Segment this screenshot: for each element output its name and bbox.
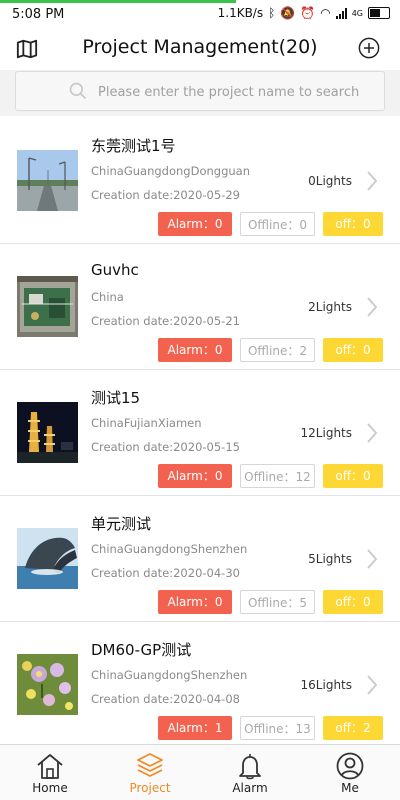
search-icon — [69, 82, 87, 100]
project-location: ChinaGuangdongShenzhen — [91, 542, 248, 556]
signal-icon — [335, 7, 347, 19]
project-creation-date: Creation date:2020-04-08 — [91, 692, 240, 706]
nav-me-label: Me — [341, 781, 359, 795]
search-input[interactable] — [96, 72, 380, 112]
nav-project[interactable]: Project — [100, 745, 200, 800]
off-count-badge[interactable]: off：0 — [323, 212, 383, 236]
off-count-badge[interactable]: off：2 — [323, 716, 383, 740]
wifi-icon: ◠ — [320, 6, 331, 20]
off-count-badge[interactable]: off：0 — [323, 590, 383, 614]
alarm-count-badge[interactable]: Alarm：0 — [158, 464, 232, 488]
load-progress-bar — [0, 0, 236, 3]
project-list: 东莞测试1号 ChinaGuangdongDongguan Creation d… — [0, 118, 400, 748]
project-list-item[interactable]: DM60-GP测试 ChinaGuangdongShenzhen Creatio… — [0, 622, 400, 748]
alarm-count-badge[interactable]: Alarm：0 — [158, 590, 232, 614]
status-bar: 5:08 PM 1.1KB/s ᛒ 🔕 ⏰ ◠ 4G — [0, 0, 400, 30]
alarm-count-badge[interactable]: Alarm：0 — [158, 212, 232, 236]
alarm-clock-icon: ⏰ — [300, 6, 316, 20]
status-badges: Alarm：0 Offline：12 off：0 — [158, 464, 383, 488]
project-creation-date: Creation date:2020-05-15 — [91, 440, 240, 454]
nav-alarm[interactable]: Alarm — [200, 745, 300, 800]
project-thumbnail — [17, 654, 78, 715]
alarm-count-badge[interactable]: Alarm：1 — [158, 716, 232, 740]
status-icons: 1.1KB/s ᛒ 🔕 ⏰ ◠ 4G — [218, 6, 390, 20]
project-creation-date: Creation date:2020-04-30 — [91, 566, 240, 580]
project-thumbnail — [17, 402, 78, 463]
home-icon — [37, 754, 63, 779]
off-count-badge[interactable]: off：0 — [323, 464, 383, 488]
nav-home-label: Home — [32, 781, 68, 795]
chevron-right-icon[interactable] — [366, 548, 378, 570]
project-thumbnail — [17, 150, 78, 211]
offline-count-badge[interactable]: Offline：13 — [240, 716, 315, 740]
offline-count-badge[interactable]: Offline：2 — [240, 338, 315, 362]
add-project-button[interactable] — [358, 37, 380, 59]
net-speed: 1.1KB/s — [217, 6, 264, 20]
page-title: Project Management(20) — [82, 36, 318, 58]
chevron-right-icon[interactable] — [366, 674, 378, 696]
off-count-badge[interactable]: off：0 — [323, 338, 383, 362]
nav-alarm-label: Alarm — [232, 781, 268, 795]
offline-count-badge[interactable]: Offline：5 — [240, 590, 315, 614]
project-list-item[interactable]: 东莞测试1号 ChinaGuangdongDongguan Creation d… — [0, 118, 400, 244]
app-header: Project Management(20) — [0, 30, 400, 70]
battery-icon — [368, 7, 390, 19]
search-bar — [0, 70, 400, 116]
bell-icon — [239, 754, 261, 780]
project-thumbnail — [17, 276, 78, 337]
project-list-item[interactable]: Guvhc China Creation date:2020-05-21 2Li… — [0, 244, 400, 370]
network-type: 4G — [351, 8, 363, 18]
project-name: 单元测试 — [91, 515, 152, 533]
status-badges: Alarm：0 Offline：5 off：0 — [158, 590, 383, 614]
project-light-count: 16Lights — [300, 678, 352, 692]
status-badges: Alarm：0 Offline：2 off：0 — [158, 338, 383, 362]
nav-home[interactable]: Home — [0, 745, 100, 800]
project-name: 东莞测试1号 — [91, 137, 176, 155]
project-location: ChinaGuangdongDongguan — [91, 164, 251, 178]
chevron-right-icon[interactable] — [366, 170, 378, 192]
project-list-item[interactable]: 测试15 ChinaFujianXiamen Creation date:202… — [0, 370, 400, 496]
project-creation-date: Creation date:2020-05-21 — [91, 314, 240, 328]
project-location: ChinaFujianXiamen — [91, 416, 202, 430]
project-location: ChinaGuangdongShenzhen — [91, 668, 248, 682]
offline-count-badge[interactable]: Offline：0 — [240, 212, 315, 236]
layers-icon — [137, 753, 163, 777]
chevron-right-icon[interactable] — [366, 422, 378, 444]
user-icon — [336, 752, 364, 780]
project-location: China — [91, 290, 124, 304]
chevron-right-icon[interactable] — [366, 296, 378, 318]
project-thumbnail — [17, 528, 78, 589]
project-name: 测试15 — [91, 389, 141, 407]
project-name: Guvhc — [91, 261, 139, 279]
project-light-count: 2Lights — [308, 300, 352, 314]
project-light-count: 0Lights — [308, 174, 352, 188]
status-badges: Alarm：0 Offline：0 off：0 — [158, 212, 383, 236]
alarm-count-badge[interactable]: Alarm：0 — [158, 338, 232, 362]
project-name: DM60-GP测试 — [91, 641, 192, 659]
nav-me[interactable]: Me — [300, 745, 400, 800]
project-light-count: 12Lights — [300, 426, 352, 440]
mute-icon: 🔕 — [280, 6, 296, 20]
nav-project-label: Project — [129, 781, 171, 795]
status-time: 5:08 PM — [12, 7, 65, 22]
bottom-navigation: Home Project Alarm Me — [0, 744, 400, 800]
project-light-count: 5Lights — [308, 552, 352, 566]
bluetooth-icon: ᛒ — [268, 6, 276, 20]
status-badges: Alarm：1 Offline：13 off：2 — [158, 716, 383, 740]
project-list-item[interactable]: 单元测试 ChinaGuangdongShenzhen Creation dat… — [0, 496, 400, 622]
offline-count-badge[interactable]: Offline：12 — [240, 464, 315, 488]
project-creation-date: Creation date:2020-05-29 — [91, 188, 240, 202]
search-box[interactable] — [15, 71, 385, 112]
